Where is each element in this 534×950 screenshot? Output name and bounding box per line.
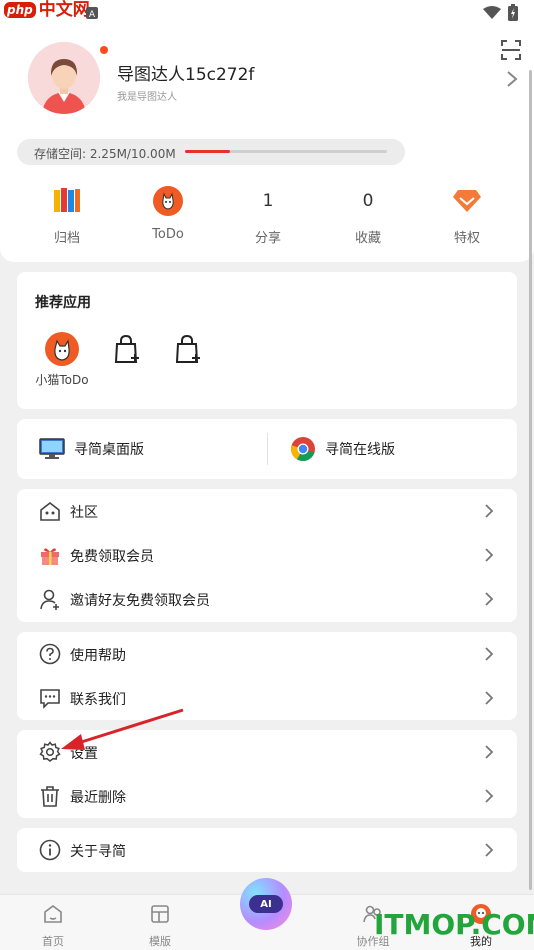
ai-orb-button[interactable]: AI (240, 878, 292, 930)
annotation-arrow-icon (61, 708, 184, 750)
status-bar: php 中文网 A (0, 0, 534, 26)
user-bio: 我是导图达人 (117, 92, 177, 103)
diamond-icon (453, 190, 481, 212)
divider (267, 433, 268, 465)
chevron-right-icon[interactable] (505, 70, 519, 88)
tab-templates[interactable]: 模版 (130, 903, 190, 949)
app-add-slot[interactable] (99, 332, 155, 392)
chevron-right-icon (485, 592, 494, 606)
desktop-version-button[interactable]: 寻简桌面版 (39, 419, 144, 479)
menu-item-label: 最近删除 (70, 790, 126, 806)
community-house-icon (40, 501, 60, 521)
watermark-site: 中文网 (38, 0, 90, 20)
section-title: 推荐应用 (35, 295, 91, 311)
ai-orb-icon: AI (249, 895, 283, 913)
svg-text:A: A (89, 10, 96, 19)
notification-dot (100, 46, 108, 54)
menu-item-invite-friends[interactable]: 邀请好友免费领取会员 (17, 577, 517, 621)
battery-icon (508, 4, 518, 21)
menu-item-label: 免费领取会员 (70, 549, 154, 565)
storage-label: 存储空间: 2.25M/10.00M (34, 147, 176, 161)
online-version-label: 寻简在线版 (325, 442, 395, 458)
tab-label: 模版 (149, 935, 171, 948)
notification-a-icon: A (86, 7, 98, 19)
chevron-right-icon (485, 691, 494, 705)
stat-favorites[interactable]: 0 收藏 (333, 184, 403, 248)
stat-archive[interactable]: 归档 (32, 184, 102, 248)
app-label: 小猫ToDo (35, 373, 89, 387)
app-add-slot[interactable] (160, 332, 216, 392)
scan-icon[interactable] (499, 38, 523, 62)
stat-label: 收藏 (354, 231, 381, 246)
chevron-right-icon (485, 789, 494, 803)
home-icon (44, 905, 62, 923)
invite-user-icon (40, 589, 59, 610)
tab-home[interactable]: 首页 (23, 903, 83, 949)
menu-item-community[interactable]: 社区 (17, 489, 517, 533)
storage-indicator[interactable]: 存储空间: 2.25M/10.00M (17, 139, 405, 165)
storage-progress-fill (185, 150, 231, 153)
menu-item-label: 使用帮助 (70, 648, 126, 664)
recommended-apps-card: 推荐应用 小猫ToDo (17, 272, 517, 409)
username[interactable]: 导图达人15c272f (117, 60, 254, 85)
chevron-right-icon (485, 548, 494, 562)
app-cat-todo[interactable]: 小猫ToDo (34, 332, 90, 392)
stat-value: 1 (262, 191, 274, 211)
watermark-bottom: ITMOP.COM (374, 908, 534, 941)
add-app-bag-icon (114, 334, 139, 363)
menu-item-help[interactable]: 使用帮助 (17, 632, 517, 676)
online-version-button[interactable]: 寻简在线版 (290, 419, 395, 479)
stat-value: 0 (362, 191, 374, 211)
todo-cat-icon (153, 186, 183, 216)
stat-todo[interactable]: ToDo (133, 184, 203, 248)
profile-card: 导图达人15c272f 我是导图达人 存储空间: 2.25M/10.00M 归档 (0, 26, 534, 262)
stat-label: ToDo (152, 227, 184, 242)
trash-icon (41, 786, 59, 807)
menu-group-about: 关于寻简 (17, 828, 517, 872)
chevron-right-icon (485, 504, 494, 518)
menu-item-recently-deleted[interactable]: 最近删除 (17, 774, 517, 818)
menu-group-community: 社区 免费领取会员 邀请好友免费领取会员 (17, 489, 517, 622)
tab-label: 首页 (42, 935, 64, 948)
chevron-right-icon (485, 647, 494, 661)
stat-label: 分享 (254, 231, 281, 246)
help-icon (39, 643, 61, 665)
browser-chrome-icon (291, 437, 315, 461)
gift-icon (41, 548, 59, 565)
watermark-logo: php 中文网 (4, 1, 90, 19)
stat-share[interactable]: 1 分享 (233, 184, 303, 248)
avatar[interactable] (28, 42, 100, 114)
menu-item-about[interactable]: 关于寻简 (17, 828, 517, 872)
archive-books-icon (54, 188, 80, 212)
versions-card: 寻简桌面版 寻简在线版 (17, 419, 517, 479)
watermark-brand: php (4, 2, 36, 18)
desktop-monitor-icon (39, 438, 65, 459)
storage-progress-track (185, 150, 387, 153)
menu-item-label: 邀请好友免费领取会员 (70, 593, 210, 609)
chevron-right-icon (485, 843, 494, 857)
template-icon (151, 905, 169, 923)
stat-label: 归档 (53, 231, 80, 246)
desktop-version-label: 寻简桌面版 (74, 442, 144, 458)
menu-item-label: 社区 (70, 505, 98, 521)
chevron-right-icon (485, 745, 494, 759)
scrollbar[interactable] (529, 70, 532, 890)
add-app-bag-icon (175, 334, 200, 363)
menu-item-free-membership[interactable]: 免费领取会员 (17, 533, 517, 577)
menu-item-label: 关于寻简 (70, 844, 126, 860)
avatar-person-icon (28, 42, 100, 114)
cat-todo-app-icon (54, 339, 70, 361)
wifi-icon (483, 6, 501, 19)
info-icon (39, 839, 61, 861)
stat-privileges[interactable]: 特权 (432, 184, 502, 248)
stat-label: 特权 (453, 231, 480, 246)
